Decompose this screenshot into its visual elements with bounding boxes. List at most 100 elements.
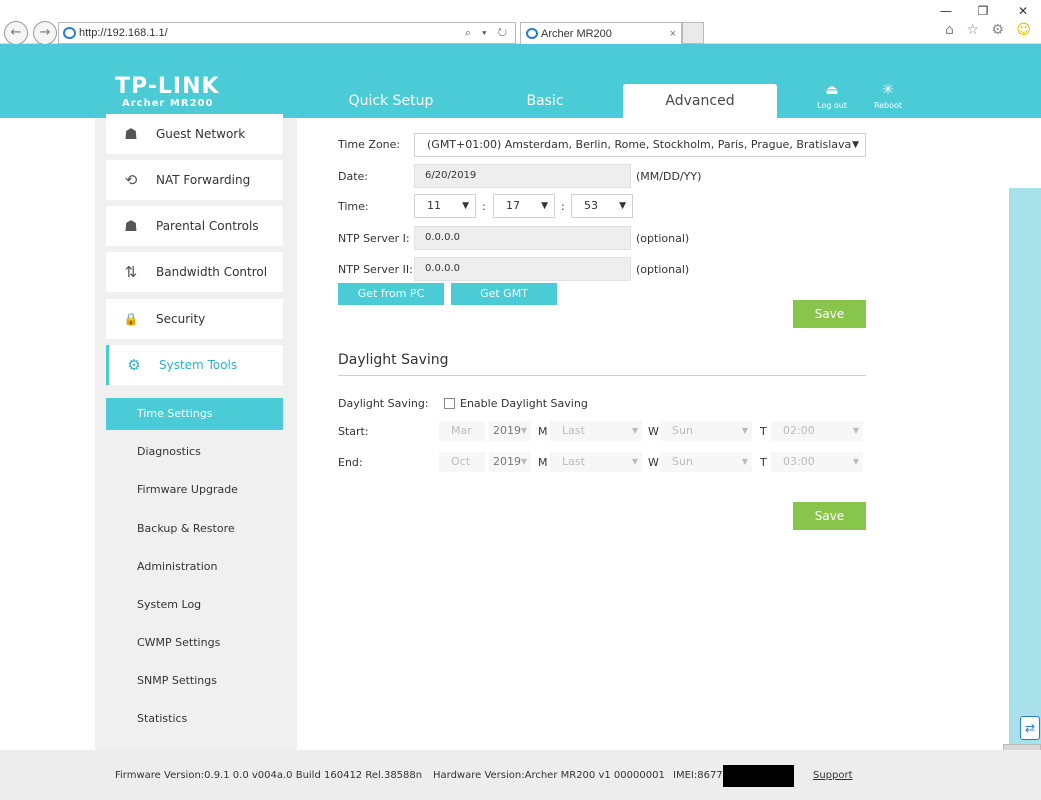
enable-daylight-saving-checkbox[interactable] [444, 398, 455, 409]
date-format-hint: (MM/DD/YY) [636, 170, 702, 183]
bandwidth-control-icon: ⇅ [124, 263, 138, 281]
sidebar-item-label: System Tools [159, 358, 238, 372]
chevron-down-icon: ▼ [631, 457, 638, 466]
forward-button[interactable]: → [33, 21, 57, 45]
end-time-value: 03:00 [783, 455, 815, 468]
address-bar[interactable]: http://192.168.1.1/ ⌕ ▾ ↻ [58, 22, 516, 44]
start-day-select[interactable]: Sun ▼ [660, 421, 752, 441]
daylight-saving-label: Daylight Saving: [338, 397, 429, 410]
start-t-label: T [760, 425, 767, 438]
tab-title: Archer MR200 [541, 28, 612, 40]
sidebar-item-system-tools[interactable]: ⚙ System Tools [106, 345, 283, 385]
hour-select[interactable]: 11 ▼ [414, 194, 476, 218]
time-colon: : [561, 200, 565, 213]
tab-basic[interactable]: Basic [470, 84, 620, 118]
end-day-value: Sun [672, 455, 693, 468]
second-select[interactable]: 53 ▼ [571, 194, 633, 218]
router-header: TP-LINK Archer MR200 Quick Setup Basic A… [0, 44, 1041, 118]
tab-close-icon[interactable]: × [670, 23, 676, 45]
sidebar-subitem-time-settings[interactable]: Time Settings [106, 398, 283, 430]
start-label: Start: [338, 425, 369, 438]
start-year-select[interactable]: 2019 ▼ [489, 421, 531, 441]
ntp2-field[interactable]: 0.0.0.0 [414, 257, 631, 281]
minimize-button[interactable]: — [931, 2, 961, 20]
sidebar-item-bandwidth-control[interactable]: ⇅ Bandwidth Control [106, 252, 283, 292]
chevron-down-icon: ▼ [541, 201, 548, 211]
end-year-value: 2019 [493, 455, 521, 468]
end-label: End: [338, 456, 363, 469]
ie-logo-icon [63, 27, 76, 39]
end-week-select[interactable]: Last ▼ [550, 452, 642, 472]
sidebar-subitem-statistics[interactable]: Statistics [106, 703, 283, 735]
sidebar-item-label: Parental Controls [156, 219, 259, 233]
ntp2-label: NTP Server II: [338, 263, 413, 276]
settings-gear-icon[interactable]: ⚙ [991, 22, 1008, 38]
sidebar-subitem-backup-restore[interactable]: Backup & Restore [106, 513, 283, 545]
chevron-down-icon: ▼ [462, 201, 469, 211]
minute-select[interactable]: 17 ▼ [493, 194, 555, 218]
back-button[interactable]: ← [4, 21, 28, 45]
time-label: Time: [338, 200, 369, 213]
time-colon: : [482, 200, 486, 213]
sidebar-item-nat-forwarding[interactable]: ⟲ NAT Forwarding [106, 160, 283, 200]
section-divider [338, 375, 866, 376]
ntp2-optional: (optional) [636, 263, 690, 276]
get-from-pc-button[interactable]: Get from PC [338, 283, 444, 305]
enable-daylight-saving-label: Enable Daylight Saving [460, 397, 588, 410]
firmware-version: Firmware Version:0.9.1 0.0 v004a.0 Build… [115, 770, 423, 781]
end-day-select[interactable]: Sun ▼ [660, 452, 752, 472]
sidebar-subitem-diagnostics[interactable]: Diagnostics [106, 436, 283, 468]
start-m-label: M [538, 425, 548, 438]
reboot-button[interactable]: ✳ Reboot [868, 82, 908, 110]
address-tools[interactable]: ⌕ ▾ ↻ [465, 23, 511, 43]
sidebar-item-security[interactable]: 🔒 Security [106, 299, 283, 339]
save-button[interactable]: Save [793, 300, 866, 328]
sidebar-subitem-snmp-settings[interactable]: SNMP Settings [106, 665, 283, 697]
scroll-strip[interactable] [1009, 188, 1041, 750]
start-week-select[interactable]: Last ▼ [550, 421, 642, 441]
end-month-select[interactable]: Oct [439, 452, 485, 472]
ntp1-field[interactable]: 0.0.0.0 [414, 226, 631, 250]
sidebar-item-parental-controls[interactable]: ☗ Parental Controls [106, 206, 283, 246]
teamviewer-icon[interactable]: ⇄ [1020, 716, 1040, 740]
end-time-select[interactable]: 03:00 ▼ [771, 452, 863, 472]
sidebar-subitem-firmware-upgrade[interactable]: Firmware Upgrade [106, 474, 283, 506]
start-time-value: 02:00 [783, 424, 815, 437]
favorites-star-icon[interactable]: ☆ [966, 22, 983, 38]
start-month-select[interactable]: Mar [439, 421, 485, 441]
end-t-label: T [760, 456, 767, 469]
imei: IMEI:8677 [673, 770, 723, 781]
model-name: Archer MR200 [122, 98, 214, 109]
tab-advanced[interactable]: Advanced [623, 84, 777, 118]
end-year-select[interactable]: 2019 ▼ [489, 452, 531, 472]
home-icon[interactable]: ⌂ [945, 22, 958, 38]
reboot-label: Reboot [873, 101, 903, 110]
logout-button[interactable]: ⏏ Log out [812, 82, 852, 110]
date-field[interactable]: 6/20/2019 [414, 164, 631, 188]
daylight-save-button[interactable]: Save [793, 502, 866, 530]
support-link[interactable]: Support [813, 770, 853, 781]
start-time-select[interactable]: 02:00 ▼ [771, 421, 863, 441]
date-label: Date: [338, 170, 368, 183]
start-month-value: Mar [451, 424, 472, 437]
start-w-label: W [648, 425, 659, 438]
time-zone-label: Time Zone: [338, 138, 401, 151]
parental-controls-icon: ☗ [124, 217, 138, 235]
ntp1-label: NTP Server I: [338, 232, 410, 245]
time-zone-select[interactable]: (GMT+01:00) Amsterdam, Berlin, Rome, Sto… [414, 133, 866, 157]
sidebar-subitem-cwmp-settings[interactable]: CWMP Settings [106, 627, 283, 659]
logout-icon: ⏏ [825, 82, 839, 98]
restore-button[interactable]: ❐ [968, 2, 998, 20]
new-tab-button[interactable] [682, 22, 704, 44]
sidebar-subitem-system-log[interactable]: System Log [106, 589, 283, 621]
sidebar: ☗ Guest Network ⟲ NAT Forwarding ☗ Paren… [95, 114, 297, 750]
feedback-smiley-icon[interactable]: ☺ [1016, 22, 1035, 38]
tab-quick-setup[interactable]: Quick Setup [317, 84, 465, 118]
get-gmt-button[interactable]: Get GMT [451, 283, 557, 305]
sidebar-subitem-administration[interactable]: Administration [106, 551, 283, 583]
browser-tab[interactable]: Archer MR200 × [520, 22, 682, 44]
start-week-value: Last [562, 424, 585, 437]
chevron-down-icon: ▼ [852, 426, 859, 435]
close-window-button[interactable]: ✕ [1008, 2, 1038, 20]
sidebar-item-guest-network[interactable]: ☗ Guest Network [106, 114, 283, 154]
